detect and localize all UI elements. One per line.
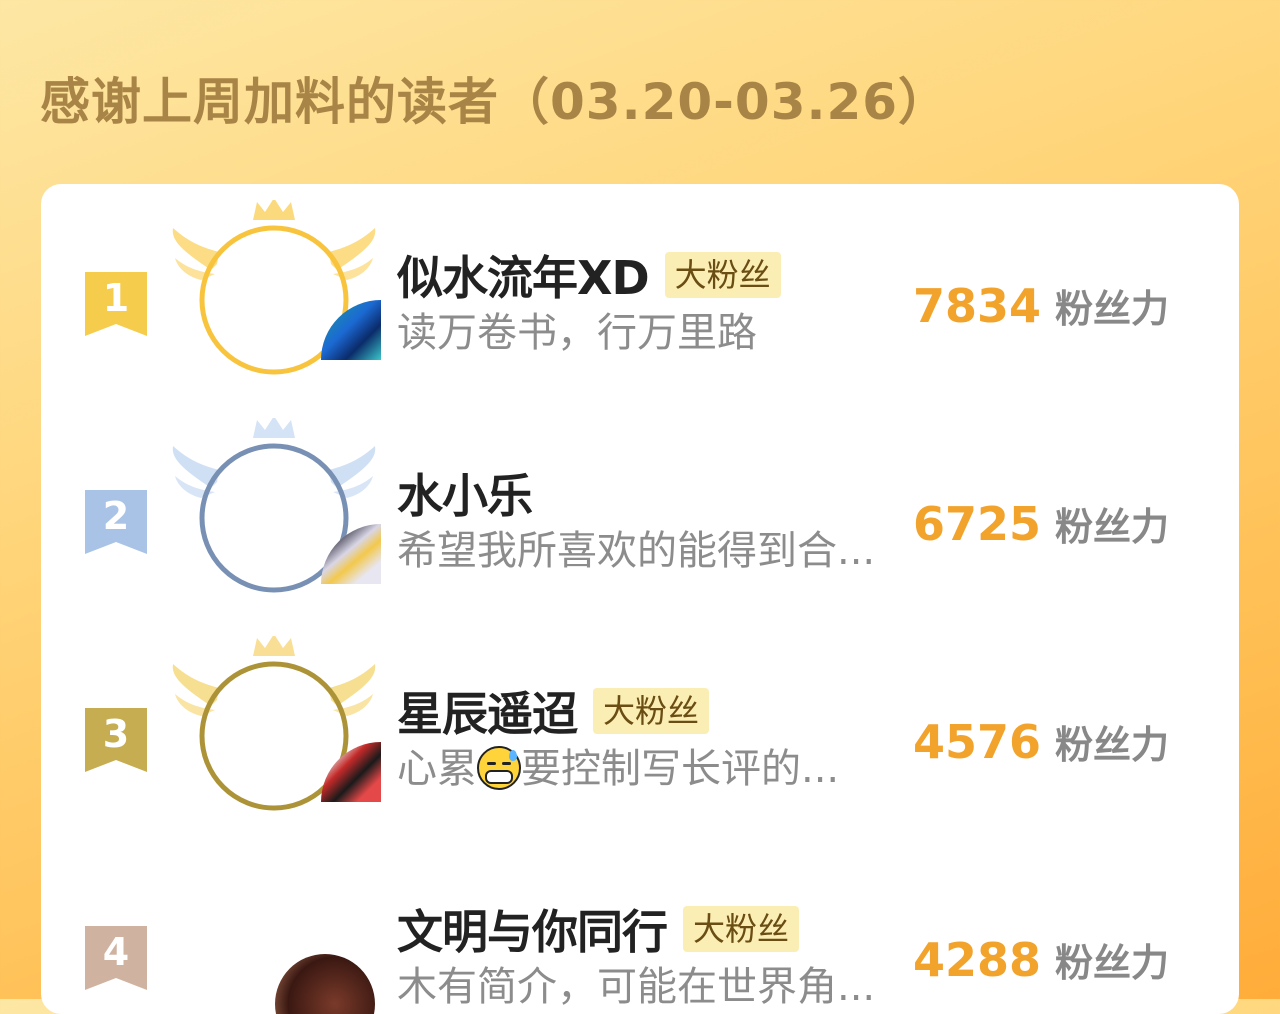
fan-power: 4288 粉丝力	[913, 932, 1169, 987]
page-title: 感谢上周加料的读者（03.20-03.26）	[40, 73, 950, 131]
user-info: 水小乐 希望我所喜欢的能得到合...	[397, 462, 917, 576]
fan-power-value: 6725	[912, 497, 1041, 551]
user-bio: 读万卷书，行万里路	[397, 310, 757, 356]
big-fan-badge: 大粉丝	[683, 906, 800, 952]
reader-row-1[interactable]: 1 似水流年XD 大粉丝 读万卷书，行万里路 7834 粉丝力	[41, 194, 1239, 394]
user-bio: 希望我所喜欢的能得到合...	[397, 528, 876, 574]
user-bio: 木有简介，可能在世界角...	[397, 964, 876, 1010]
reader-row-2[interactable]: 2 水小乐 希望我所喜欢的能得到合... 6725 粉丝力	[41, 412, 1239, 612]
avatar-frame[interactable]	[171, 854, 377, 1014]
fan-power-unit: 粉丝力	[1054, 941, 1169, 985]
avatar-gold-frame[interactable]	[171, 200, 381, 380]
user-name[interactable]: 星辰遥迢	[397, 678, 578, 744]
reader-row-4[interactable]: 4 文明与你同行 大粉丝 木有简介，可能在世界角... 4288 粉丝力	[41, 848, 1239, 1014]
rank-number: 3	[102, 712, 130, 756]
fan-power-value: 4288	[912, 933, 1041, 987]
fan-power-unit: 粉丝力	[1054, 505, 1169, 549]
avatar-image	[275, 954, 375, 1014]
rank-number: 1	[102, 276, 130, 320]
user-name[interactable]: 似水流年XD	[397, 242, 650, 308]
fan-power-unit: 粉丝力	[1054, 287, 1169, 331]
rank-badge-1: 1	[85, 272, 147, 336]
bio-text: 心累	[397, 746, 477, 792]
user-name[interactable]: 水小乐	[397, 460, 533, 526]
user-name[interactable]: 文明与你同行	[397, 896, 668, 962]
fan-power: 4576 粉丝力	[913, 714, 1169, 769]
avatar-bronze-frame[interactable]	[171, 636, 381, 816]
reader-ranking-list: 1 似水流年XD 大粉丝 读万卷书，行万里路 7834 粉丝力 2 水小乐 希望…	[41, 184, 1239, 1014]
fan-power: 6725 粉丝力	[913, 496, 1169, 551]
rank-number: 2	[102, 494, 130, 538]
big-fan-badge: 大粉丝	[593, 688, 710, 734]
fan-power-value: 4576	[912, 715, 1041, 769]
fan-power: 7834 粉丝力	[913, 278, 1169, 333]
reader-row-3[interactable]: 3 星辰遥迢 大粉丝 心累 要控制写长评的... 4576 粉丝力	[41, 630, 1239, 830]
bio-text: 要控制写长评的...	[521, 746, 840, 792]
user-info: 文明与你同行 大粉丝 木有简介，可能在世界角...	[397, 898, 917, 1012]
rank-badge-3: 3	[85, 708, 147, 772]
rank-number: 4	[102, 930, 130, 974]
rank-badge-4: 4	[85, 926, 147, 990]
user-info: 似水流年XD 大粉丝 读万卷书，行万里路	[397, 244, 917, 358]
fan-power-value: 7834	[912, 279, 1041, 333]
avatar-silver-frame[interactable]	[171, 418, 381, 598]
user-bio: 心累 要控制写长评的...	[397, 744, 887, 794]
sweat-mask-emoji-icon	[477, 746, 521, 790]
big-fan-badge: 大粉丝	[664, 252, 781, 298]
user-info: 星辰遥迢 大粉丝 心累 要控制写长评的...	[397, 680, 917, 794]
fan-power-unit: 粉丝力	[1054, 723, 1169, 767]
rank-badge-2: 2	[85, 490, 147, 554]
